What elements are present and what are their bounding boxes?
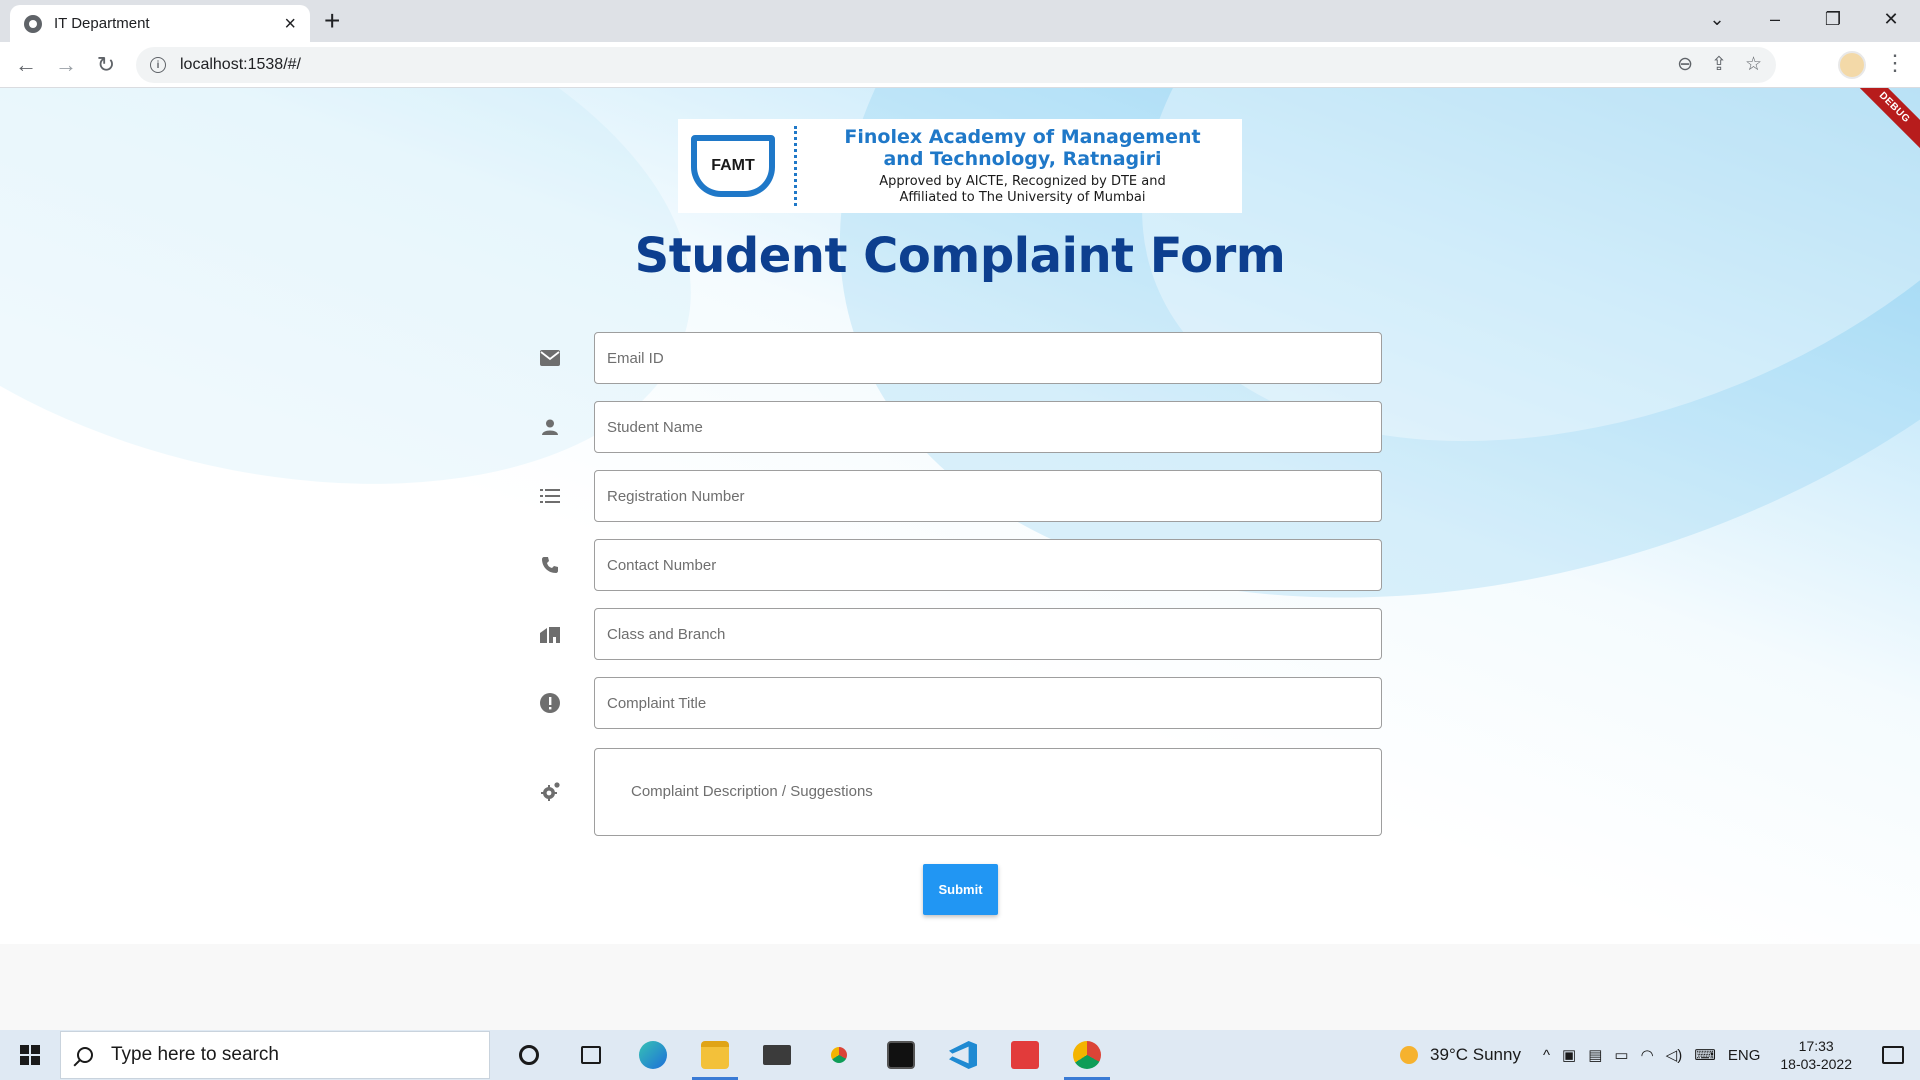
college-logo: FAMT Finolex Academy of Management and T… [678, 119, 1242, 213]
taskbar-search-placeholder: Type here to search [111, 1044, 279, 1065]
terminal-icon[interactable] [870, 1030, 932, 1080]
mail-icon [532, 350, 568, 366]
chrome-icon[interactable] [808, 1030, 870, 1080]
battery-icon[interactable]: ▭ [1614, 1046, 1628, 1064]
taskbar-apps [498, 1030, 1118, 1080]
wifi-icon[interactable]: ◠ [1641, 1046, 1654, 1064]
registration-number-field[interactable] [594, 470, 1382, 522]
complaint-description-field[interactable] [594, 748, 1382, 836]
email-row [532, 332, 1382, 384]
chrome-active-icon[interactable] [1056, 1030, 1118, 1080]
globe-icon [24, 14, 42, 33]
weather-text[interactable]: 39°C Sunny [1430, 1045, 1521, 1065]
complaint-title-row [532, 677, 1382, 729]
alert-icon [532, 693, 568, 713]
clock-time: 17:33 [1798, 1038, 1834, 1054]
clock-date: 18-03-2022 [1780, 1056, 1852, 1072]
restore-button[interactable]: ❐ [1804, 0, 1862, 38]
browser-tab-strip: IT Department × + ⌄ – ❐ ✕ [0, 0, 1920, 42]
show-hidden-icons-chevron-icon[interactable]: ^ [1543, 1047, 1550, 1064]
windows-taskbar: Type here to search 39°C Sunny ^ ▣ ▤ ▭ ◠… [0, 1030, 1920, 1080]
new-tab-button[interactable]: + [324, 7, 340, 35]
logo-text: Finolex Academy of Management and Techno… [803, 126, 1242, 206]
phone-icon [532, 556, 568, 574]
notification-center-icon[interactable] [1882, 1046, 1904, 1064]
page-title: Student Complaint Form [634, 228, 1286, 284]
keyboard-icon[interactable]: ⌨ [1694, 1046, 1716, 1064]
logo-name-line2: and Technology, Ratnagiri [883, 148, 1162, 170]
display-icon[interactable]: ▤ [1588, 1046, 1602, 1064]
tab-search-chevron-icon[interactable]: ⌄ [1688, 0, 1746, 38]
logo-accreditation-line2: Affiliated to The University of Mumbai [899, 190, 1146, 205]
close-tab-icon[interactable]: × [284, 14, 296, 34]
class-branch-field[interactable] [594, 608, 1382, 660]
minimize-button[interactable]: – [1746, 0, 1804, 38]
logo-accreditation-line1: Approved by AICTE, Recognized by DTE and [879, 174, 1166, 189]
back-button[interactable]: ← [10, 49, 42, 81]
logo-name-line1: Finolex Academy of Management [844, 126, 1201, 148]
profile-avatar[interactable] [1838, 51, 1866, 79]
email-field[interactable] [594, 332, 1382, 384]
settings-gear-icon [532, 782, 568, 802]
page-viewport: DEBUG FAMT Finolex Academy of Management… [0, 88, 1920, 1030]
list-icon [532, 488, 568, 504]
site-info-icon[interactable]: i [150, 57, 166, 73]
weather-sun-icon [1400, 1046, 1419, 1064]
git-app-icon[interactable] [994, 1030, 1056, 1080]
file-explorer-icon[interactable] [684, 1030, 746, 1080]
logo-badge: FAMT [691, 135, 775, 197]
reload-button[interactable]: ↻ [90, 49, 122, 81]
clock[interactable]: 17:33 18-03-2022 [1780, 1037, 1852, 1073]
forward-button[interactable]: → [50, 49, 82, 81]
cortana-icon[interactable] [498, 1030, 560, 1080]
browser-toolbar: ← → ↻ i localhost:1538/#/ ⊖ ⇪ ☆ ⋮ [0, 42, 1920, 88]
language-indicator[interactable]: ENG [1728, 1047, 1761, 1064]
windows-logo-icon [20, 1045, 40, 1065]
complaint-title-field[interactable] [594, 677, 1382, 729]
page-footer-area [0, 944, 1920, 1030]
submit-button[interactable]: Submit [923, 864, 998, 915]
tab-title: IT Department [54, 15, 150, 32]
contact-number-field[interactable] [594, 539, 1382, 591]
person-icon [532, 419, 568, 435]
vscode-icon[interactable] [932, 1030, 994, 1080]
address-bar[interactable]: i localhost:1538/#/ ⊖ ⇪ ☆ [136, 47, 1776, 83]
taskbar-search-box[interactable]: Type here to search [60, 1031, 490, 1079]
zoom-icon[interactable]: ⊖ [1677, 53, 1693, 76]
logo-divider [794, 126, 797, 206]
window-controls: ⌄ – ❐ ✕ [1688, 0, 1920, 42]
task-view-icon[interactable] [560, 1030, 622, 1080]
description-row [532, 748, 1382, 836]
student-name-field[interactable] [594, 401, 1382, 453]
class-branch-row [532, 608, 1382, 660]
volume-icon[interactable]: ◁) [1666, 1046, 1683, 1064]
camera-icon[interactable]: ▣ [1562, 1046, 1576, 1064]
registration-row [532, 470, 1382, 522]
edge-browser-icon[interactable] [622, 1030, 684, 1080]
start-button[interactable] [0, 1030, 60, 1080]
student-name-row [532, 401, 1382, 453]
share-icon[interactable]: ⇪ [1711, 53, 1727, 76]
url-text[interactable]: localhost:1538/#/ [180, 56, 301, 74]
browser-tab[interactable]: IT Department × [10, 5, 310, 42]
browser-menu-icon[interactable]: ⋮ [1884, 52, 1906, 74]
search-icon [77, 1047, 93, 1063]
building-icon [532, 625, 568, 643]
contact-row [532, 539, 1382, 591]
bookmark-star-icon[interactable]: ☆ [1745, 53, 1762, 76]
famt-emblem: FAMT [678, 119, 788, 213]
close-window-button[interactable]: ✕ [1862, 0, 1920, 38]
system-tray: 39°C Sunny ^ ▣ ▤ ▭ ◠ ◁) ⌨ ENG 17:33 18-0… [1400, 1030, 1920, 1080]
mail-app-icon[interactable] [746, 1030, 808, 1080]
